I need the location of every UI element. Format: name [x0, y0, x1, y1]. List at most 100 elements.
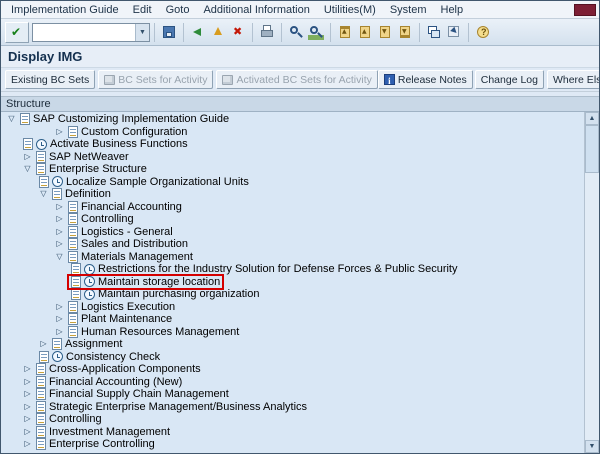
tree-node-label[interactable]: Enterprise Controlling — [49, 438, 155, 450]
save-button[interactable] — [159, 22, 179, 42]
img-activity-icon[interactable] — [52, 176, 63, 187]
img-doc-icon[interactable] — [36, 151, 46, 163]
tree-node-enterprise-controlling[interactable]: ▷Enterprise Controlling — [1, 438, 584, 451]
tree-node-controlling[interactable]: ▷ Controlling — [1, 213, 584, 226]
tree-node-label[interactable]: Custom Configuration — [81, 126, 187, 138]
tree-node-investment-management[interactable]: ▷Investment Management — [1, 426, 584, 439]
img-doc-icon[interactable] — [36, 413, 46, 425]
tree-node-label[interactable]: Sales and Distribution — [81, 238, 188, 250]
tree-node-financial-accounting[interactable]: ▷ Financial Accounting — [1, 201, 584, 214]
page-down-button[interactable] — [375, 22, 395, 42]
tree-node-activate-business-functions[interactable]: Activate Business Functions — [1, 138, 584, 151]
img-doc-icon[interactable] — [36, 438, 46, 450]
tree-node-label[interactable]: Restrictions for the Industry Solution f… — [98, 263, 458, 275]
tree-node-logistics-general[interactable]: ▷ Logistics - General — [1, 226, 584, 239]
tree-node-financial-supply-chain-management[interactable]: ▷ Financial Supply Chain Management — [1, 388, 584, 401]
expand-node-icon[interactable]: ▷ — [53, 126, 66, 138]
tree-node-label[interactable]: Financial Accounting — [81, 201, 182, 213]
existing-bc-sets-button[interactable]: Existing BC Sets — [5, 70, 95, 89]
tree-node-assignment[interactable]: ▷ Assignment — [1, 338, 584, 351]
find-next-button[interactable] — [306, 22, 326, 42]
img-doc-icon[interactable] — [36, 163, 46, 175]
img-doc-icon[interactable] — [36, 376, 46, 388]
tree-node-label[interactable]: Logistics - General — [81, 226, 173, 238]
tree-node-label[interactable]: Financial Supply Chain Management — [49, 388, 229, 400]
expand-node-icon[interactable]: ▷ — [21, 151, 34, 163]
img-doc-icon[interactable] — [68, 238, 78, 250]
collapse-node-icon[interactable]: ▽ — [21, 163, 34, 175]
img-doc-icon[interactable] — [36, 363, 46, 375]
find-button[interactable] — [286, 22, 306, 42]
tree-node-label[interactable]: Activate Business Functions — [50, 138, 188, 150]
change-log-button[interactable]: Change Log — [475, 70, 544, 89]
menu-additional-information[interactable]: Additional Information — [196, 3, 316, 17]
tree-node-label[interactable]: Financial Accounting (New) — [49, 376, 182, 388]
tree-node-label[interactable]: Controlling — [49, 413, 102, 425]
img-doc-icon[interactable] — [68, 213, 78, 225]
tree-node-plant-maintenance[interactable]: ▷Plant Maintenance — [1, 313, 584, 326]
tree-node-controlling[interactable]: ▷Controlling — [1, 413, 584, 426]
tree-node-restrictions-for-the-industry-solution-for-defense-forces-public-security[interactable]: Restrictions for the Industry Solution f… — [1, 263, 584, 276]
expand-node-icon[interactable]: ▷ — [53, 226, 66, 238]
expand-node-icon[interactable]: ▷ — [53, 238, 66, 250]
img-doc-icon[interactable] — [20, 113, 30, 125]
expand-node-icon[interactable]: ▷ — [21, 388, 34, 400]
back-button[interactable] — [188, 22, 208, 42]
img-doc-icon[interactable] — [71, 263, 81, 275]
img-activity-icon[interactable] — [52, 351, 63, 362]
expand-node-icon[interactable]: ▷ — [53, 326, 66, 338]
tree-node-label[interactable]: Controlling — [81, 213, 134, 225]
shortcut-button[interactable] — [444, 22, 464, 42]
tree-node-label[interactable]: Investment Management — [49, 426, 170, 438]
img-doc-icon[interactable] — [68, 226, 78, 238]
tree-node-strategic-enterprise-management-business-analytics[interactable]: ▷Strategic Enterprise Management/Busines… — [1, 401, 584, 414]
tree-node-maintain-purchasing-organization[interactable]: Maintain purchasing organization — [1, 288, 584, 301]
menu-edit[interactable]: Edit — [126, 3, 159, 17]
first-page-button[interactable] — [335, 22, 355, 42]
tree-node-label[interactable]: Logistics Execution — [81, 301, 175, 313]
command-dropdown-icon[interactable]: ▼ — [135, 24, 149, 41]
img-activity-icon[interactable] — [84, 276, 95, 287]
img-doc-icon[interactable] — [36, 426, 46, 438]
tree-node-label[interactable]: Assignment — [65, 338, 122, 350]
img-doc-icon[interactable] — [23, 138, 33, 150]
tree-node-custom-configuration[interactable]: ▷ Custom Configuration — [1, 126, 584, 139]
tree-node-label[interactable]: Consistency Check — [66, 351, 160, 363]
tree-node-label[interactable]: Maintain storage location — [98, 276, 220, 288]
new-session-button[interactable] — [424, 22, 444, 42]
img-doc-icon[interactable] — [68, 251, 78, 263]
tree-node-label[interactable]: SAP Customizing Implementation Guide — [33, 113, 229, 125]
activated-bc-sets-for-activity-button[interactable]: Activated BC Sets for Activity — [216, 70, 377, 89]
scroll-down-icon[interactable]: ▼ — [585, 440, 599, 453]
page-up-button[interactable] — [355, 22, 375, 42]
help-button[interactable] — [473, 22, 493, 42]
img-activity-icon[interactable] — [84, 289, 95, 300]
img-doc-icon[interactable] — [68, 326, 78, 338]
tree-node-consistency-check[interactable]: Consistency Check — [1, 351, 584, 364]
tree-node-maintain-storage-location[interactable]: Maintain storage location — [1, 276, 584, 289]
img-doc-icon[interactable] — [68, 201, 78, 213]
img-doc-icon[interactable] — [68, 313, 78, 325]
img-doc-icon[interactable] — [68, 301, 78, 313]
enter-button[interactable] — [5, 22, 29, 43]
expand-node-icon[interactable]: ▷ — [37, 338, 50, 350]
img-doc-icon[interactable] — [68, 126, 78, 138]
tree-node-label[interactable]: Strategic Enterprise Management/Business… — [49, 401, 307, 413]
tree-node-label[interactable]: Cross-Application Components — [49, 363, 201, 375]
tree-node-sap-netweaver[interactable]: ▷SAP NetWeaver — [1, 151, 584, 164]
where-else-used-button[interactable]: Where Else Used — [547, 70, 600, 89]
collapse-node-icon[interactable]: ▽ — [5, 113, 18, 125]
tree-node-label[interactable]: Plant Maintenance — [81, 313, 172, 325]
expand-node-icon[interactable]: ▷ — [53, 213, 66, 225]
expand-node-icon[interactable]: ▷ — [53, 201, 66, 213]
img-doc-icon[interactable] — [52, 338, 62, 350]
tree-node-label[interactable]: Localize Sample Organizational Units — [66, 176, 249, 188]
img-doc-icon[interactable] — [71, 288, 81, 300]
menu-utilities-m[interactable]: Utilities(M) — [317, 3, 383, 17]
tree-node-sales-and-distribution[interactable]: ▷ Sales and Distribution — [1, 238, 584, 251]
img-doc-icon[interactable] — [36, 388, 46, 400]
last-page-button[interactable] — [395, 22, 415, 42]
scroll-up-icon[interactable]: ▲ — [585, 112, 599, 125]
print-button[interactable] — [257, 22, 277, 42]
tree-node-financial-accounting-new[interactable]: ▷Financial Accounting (New) — [1, 376, 584, 389]
